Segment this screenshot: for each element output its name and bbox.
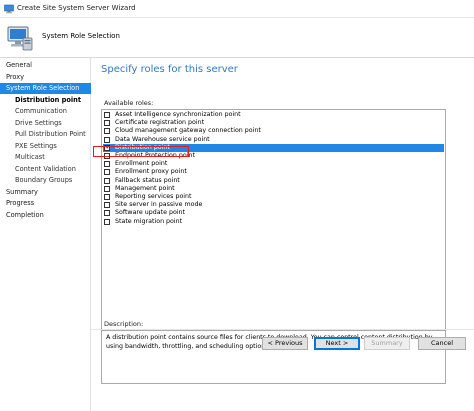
previous-button[interactable]: < Previous [262, 337, 308, 350]
role-item-site-server-passive[interactable]: Site server in passive mode [103, 201, 444, 209]
nav-item-proxy: Proxy [6, 72, 25, 81]
next-button[interactable]: Next > [314, 337, 360, 350]
window-title: Create Site System Server Wizard [17, 4, 136, 12]
role-item-fallback-status[interactable]: Fallback status point [103, 177, 444, 185]
role-label: Enrollment point [115, 160, 168, 168]
role-item-data-warehouse[interactable]: Data Warehouse service point [103, 136, 444, 144]
role-checkbox[interactable] [104, 202, 110, 209]
main-panel: Specify roles for this server Available … [91, 58, 474, 411]
highlight-box [93, 146, 189, 157]
wizard-navigation: General Proxy System Role Selection Dist… [0, 58, 91, 411]
nav-item-multicast: Multicast [15, 153, 45, 161]
role-checkbox[interactable] [104, 128, 110, 135]
footer-divider [91, 329, 474, 330]
role-label: Cloud management gateway connection poin… [115, 127, 261, 135]
role-label: Software update point [115, 209, 186, 217]
role-checkbox[interactable] [104, 112, 110, 118]
role-label: Management point [115, 184, 175, 192]
nav-item-content-validation: Content Validation [15, 164, 76, 173]
role-item-cloud-management-gateway[interactable]: Cloud management gateway connection poin… [103, 127, 444, 135]
title-bar: Create Site System Server Wizard [0, 0, 474, 18]
role-label: Fallback status point [115, 176, 180, 184]
role-checkbox[interactable] [104, 120, 110, 127]
role-item-enrollment-point[interactable]: Enrollment point [103, 160, 444, 168]
wizard-header: System Role Selection [0, 18, 474, 58]
nav-item-drive-settings: Drive Settings [15, 118, 62, 127]
nav-item-summary: Summary [6, 187, 38, 196]
role-item-state-migration[interactable]: State migration point [103, 218, 444, 226]
role-checkbox[interactable] [104, 169, 110, 176]
nav-item-pxe-settings: PXE Settings [15, 141, 57, 150]
nav-item-pull-distribution-point: Pull Distribution Point [15, 130, 86, 138]
role-checkbox[interactable] [104, 194, 110, 200]
header-title: System Role Selection [42, 32, 120, 40]
nav-item-system-role-selection: System Role Selection [0, 83, 91, 94]
role-checkbox[interactable] [104, 136, 110, 143]
summary-button[interactable]: Summary [364, 337, 410, 350]
role-label: Data Warehouse service point [115, 135, 210, 143]
wizard-app-icon [4, 4, 14, 14]
nav-item-distribution-point: Distribution point [15, 95, 82, 104]
role-item-management-point[interactable]: Management point [103, 185, 444, 193]
nav-item-completion: Completion [6, 210, 44, 219]
role-checkbox[interactable] [104, 210, 110, 217]
page-heading: Specify roles for this server [101, 64, 238, 75]
role-checkbox[interactable] [104, 161, 110, 168]
cancel-button[interactable]: Cancel [418, 337, 466, 350]
role-item-reporting-services[interactable]: Reporting services point [103, 193, 444, 201]
role-item-software-update[interactable]: Software update point [103, 209, 444, 217]
role-checkbox[interactable] [104, 185, 110, 192]
nav-item-general: General [6, 61, 32, 69]
available-roles-label: Available roles: [104, 99, 154, 107]
description-label: Description: [104, 320, 144, 328]
role-label: Certificate registration point [115, 119, 205, 127]
role-label: Reporting services point [115, 193, 192, 200]
nav-item-progress: Progress [6, 199, 35, 207]
role-item-asset-intelligence[interactable]: Asset Intelligence synchronization point [103, 111, 444, 119]
role-checkbox[interactable] [104, 177, 110, 184]
role-label: Site server in passive mode [115, 201, 203, 209]
computer-icon [7, 26, 33, 51]
nav-item-communication: Communication [15, 107, 67, 115]
role-label: Enrollment proxy point [115, 168, 187, 176]
role-checkbox[interactable] [104, 218, 110, 225]
role-item-certificate-registration[interactable]: Certificate registration point [103, 119, 444, 127]
role-item-enrollment-proxy[interactable]: Enrollment proxy point [103, 168, 444, 176]
role-label: State migration point [115, 217, 183, 225]
role-label: Asset Intelligence synchronization point [115, 111, 241, 118]
nav-item-boundary-groups: Boundary Groups [15, 176, 73, 184]
